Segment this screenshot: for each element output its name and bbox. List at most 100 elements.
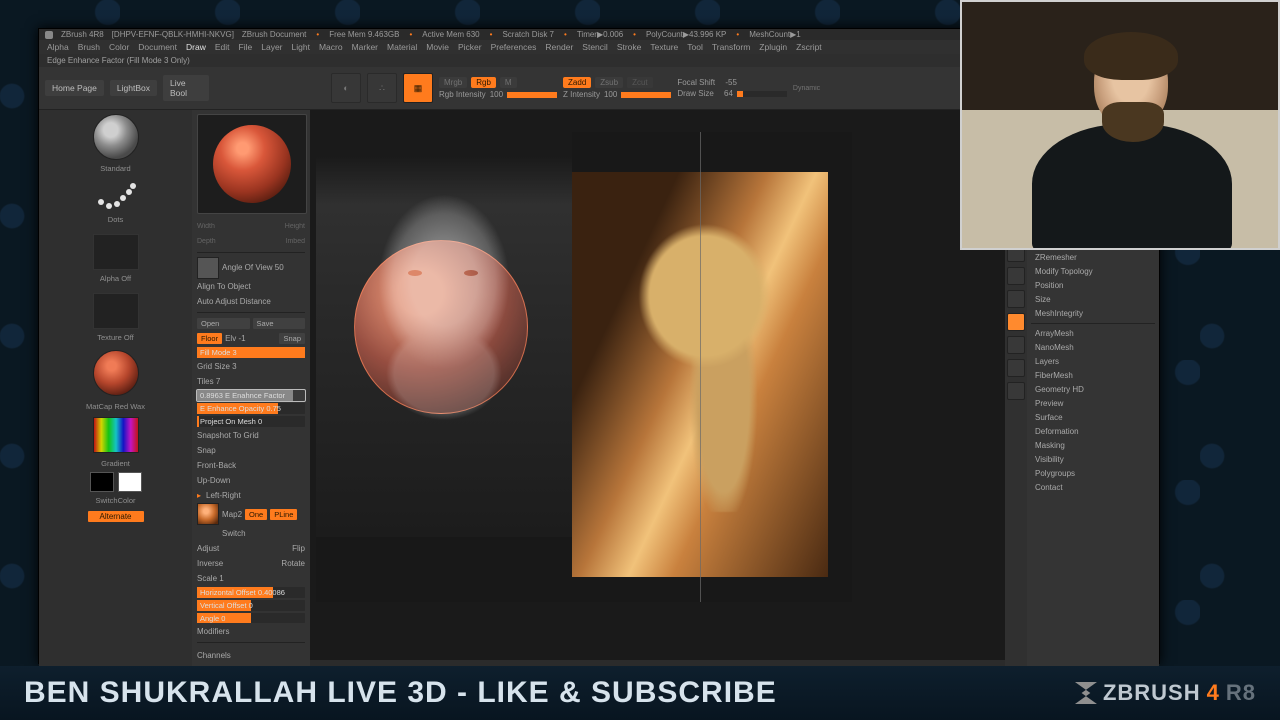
color-main[interactable] — [90, 472, 114, 492]
frame-icon[interactable] — [1007, 290, 1025, 308]
stroke-thumbnail[interactable] — [94, 181, 138, 211]
menu-tool[interactable]: Tool — [687, 42, 703, 52]
m-toggle[interactable]: M — [500, 77, 517, 88]
auto-adjust-distance[interactable]: Auto Adjust Distance — [197, 297, 305, 306]
snap-button[interactable]: Snap — [279, 333, 305, 344]
zadd-toggle[interactable]: Zadd — [563, 77, 591, 88]
up-down[interactable]: Up-Down — [197, 476, 305, 485]
arraymesh-section[interactable]: ArrayMesh — [1031, 327, 1155, 340]
left-right[interactable]: Left-Right — [206, 491, 305, 500]
menu-stencil[interactable]: Stencil — [582, 42, 608, 52]
map-thumbnail[interactable] — [197, 503, 219, 525]
menu-transform[interactable]: Transform — [712, 42, 750, 52]
ghost-icon[interactable] — [1007, 359, 1025, 377]
open-button[interactable]: Open — [197, 318, 250, 329]
modifiers-section[interactable]: Modifiers — [197, 627, 305, 636]
rotate-button[interactable]: Rotate — [281, 559, 305, 568]
menu-material[interactable]: Material — [387, 42, 417, 52]
position-section[interactable]: Position — [1031, 279, 1155, 292]
menu-light[interactable]: Light — [292, 42, 310, 52]
menu-alpha[interactable]: Alpha — [47, 42, 69, 52]
horizontal-offset-slider[interactable]: Horizontal Offset 0.40086 — [197, 587, 305, 598]
switchcolor-button[interactable]: SwitchColor — [43, 496, 188, 505]
tab-liveboolean[interactable]: Live Bool — [163, 75, 209, 101]
tab-lightbox[interactable]: LightBox — [110, 80, 157, 96]
sculptris-icon[interactable]: ∴ — [367, 73, 397, 103]
material-thumbnail[interactable] — [93, 350, 139, 396]
masking-section[interactable]: Masking — [1031, 439, 1155, 452]
meshintegrity-section[interactable]: MeshIntegrity — [1031, 307, 1155, 320]
project-on-mesh-slider[interactable]: Project On Mesh 0 — [197, 416, 305, 427]
menu-texture[interactable]: Texture — [650, 42, 678, 52]
menu-marker[interactable]: Marker — [352, 42, 378, 52]
save-button[interactable]: Save — [253, 318, 306, 329]
rgb-intensity-slider[interactable] — [507, 92, 557, 98]
preview-sphere[interactable] — [197, 114, 307, 214]
texture-thumbnail[interactable] — [93, 293, 139, 329]
brush-thumbnail[interactable] — [93, 114, 139, 160]
floor-button[interactable]: Floor — [197, 333, 222, 344]
preview-section[interactable]: Preview — [1031, 397, 1155, 410]
modify-topology-section[interactable]: Modify Topology — [1031, 265, 1155, 278]
menu-brush[interactable]: Brush — [78, 42, 100, 52]
menu-stroke[interactable]: Stroke — [617, 42, 642, 52]
menu-edit[interactable]: Edit — [215, 42, 230, 52]
mrgb-toggle[interactable]: Mrgb — [439, 77, 467, 88]
local-icon[interactable] — [1007, 267, 1025, 285]
solo-icon[interactable] — [1007, 382, 1025, 400]
menu-document[interactable]: Document — [138, 42, 177, 52]
menu-color[interactable]: Color — [109, 42, 129, 52]
color-picker[interactable] — [93, 417, 139, 453]
edge-enhance-factor-slider[interactable]: 0.8963 E Enahnce Factor — [197, 390, 305, 401]
adjust-button[interactable]: Adjust — [197, 544, 289, 553]
deformation-section[interactable]: Deformation — [1031, 425, 1155, 438]
menu-draw[interactable]: Draw — [186, 42, 206, 52]
snapshot-to-grid[interactable]: Snapshot To Grid — [197, 431, 305, 440]
alternate-button[interactable]: Alternate — [88, 511, 144, 522]
tab-home[interactable]: Home Page — [45, 80, 104, 96]
draw-size-slider[interactable] — [737, 91, 787, 97]
z-intensity-slider[interactable] — [621, 92, 671, 98]
edit-mode-icon[interactable]: ▦ — [403, 73, 433, 103]
menu-render[interactable]: Render — [545, 42, 573, 52]
menu-layer[interactable]: Layer — [261, 42, 282, 52]
menu-zscript[interactable]: Zscript — [796, 42, 822, 52]
rgb-toggle[interactable]: Rgb — [471, 77, 496, 88]
front-back[interactable]: Front-Back — [197, 461, 305, 470]
switch-button[interactable]: Switch — [222, 529, 305, 538]
menu-macro[interactable]: Macro — [319, 42, 343, 52]
zremesher-section[interactable]: ZRemesher — [1031, 251, 1155, 264]
fill-mode-slider[interactable]: Fill Mode 3 — [197, 347, 305, 358]
transp-icon[interactable] — [1007, 336, 1025, 354]
fibermesh-section[interactable]: FiberMesh — [1031, 369, 1155, 382]
contact-section[interactable]: Contact — [1031, 481, 1155, 494]
menu-picker[interactable]: Picker — [458, 42, 482, 52]
angle-slider[interactable]: Angle 0 — [197, 613, 305, 624]
dynamic-toggle[interactable]: Dynamic — [793, 85, 820, 92]
vertical-offset-slider[interactable]: Vertical Offset 0 — [197, 600, 305, 611]
viewport[interactable] — [316, 132, 852, 602]
visibility-section[interactable]: Visibility — [1031, 453, 1155, 466]
menu-movie[interactable]: Movie — [426, 42, 449, 52]
nanomesh-section[interactable]: NanoMesh — [1031, 341, 1155, 354]
color-secondary[interactable] — [118, 472, 142, 492]
geometryhd-section[interactable]: Geometry HD — [1031, 383, 1155, 396]
inverse-button[interactable]: Inverse — [197, 559, 278, 568]
zsub-toggle[interactable]: Zsub — [595, 77, 623, 88]
canvas[interactable] — [310, 110, 1005, 668]
polyframe-icon[interactable] — [1007, 313, 1025, 331]
edge-enhance-opacity-slider[interactable]: E Enhance Opacity 0.75 — [197, 403, 305, 414]
one-button[interactable]: One — [245, 509, 267, 520]
channels-section[interactable]: Channels — [197, 647, 305, 664]
flip-button[interactable]: Flip — [292, 544, 305, 553]
menu-file[interactable]: File — [239, 42, 253, 52]
snap-toggle[interactable]: Snap — [197, 446, 305, 455]
zcut-toggle[interactable]: Zcut — [627, 77, 653, 88]
alpha-thumbnail[interactable] — [93, 234, 139, 270]
polygroups-section[interactable]: Polygroups — [1031, 467, 1155, 480]
size-section[interactable]: Size — [1031, 293, 1155, 306]
pline-button[interactable]: PLine — [270, 509, 297, 520]
menu-zplugin[interactable]: Zplugin — [759, 42, 787, 52]
surface-section[interactable]: Surface — [1031, 411, 1155, 424]
layers-section[interactable]: Layers — [1031, 355, 1155, 368]
